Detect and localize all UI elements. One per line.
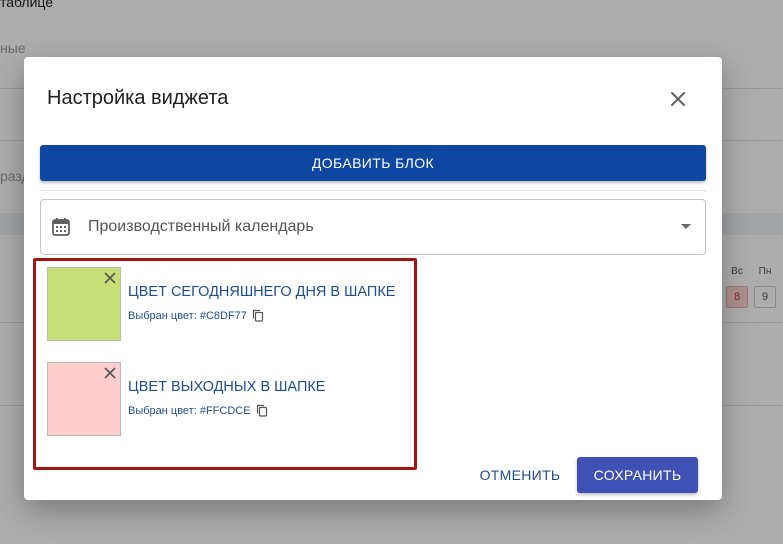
selected-color-text: Выбран цвет: #C8DF77 (128, 309, 264, 322)
save-button[interactable]: СОХРАНИТЬ (577, 457, 698, 493)
color-setting-today: ЦВЕТ СЕГОДНЯШНЕГО ДНЯ В ШАПКЕ Выбран цве… (47, 267, 427, 341)
color-setting-weekend: ЦВЕТ ВЫХОДНЫХ В ШАПКЕ Выбран цвет: #FFCD… (47, 362, 427, 436)
selected-color-value: Выбран цвет: #C8DF77 (128, 309, 247, 322)
color-setting-label[interactable]: ЦВЕТ СЕГОДНЯШНЕГО ДНЯ В ШАПКЕ (128, 284, 395, 300)
color-swatch[interactable] (47, 362, 121, 436)
calendar-type-select[interactable]: Производственный календарь (40, 199, 706, 255)
remove-color-icon[interactable] (103, 271, 117, 285)
cancel-button[interactable]: ОТМЕНИТЬ (472, 457, 568, 493)
remove-color-icon[interactable] (103, 366, 117, 380)
selected-color-value: Выбран цвет: #FFCDCE (128, 404, 251, 417)
copy-icon[interactable] (256, 404, 268, 417)
selected-color-text: Выбран цвет: #FFCDCE (128, 404, 268, 417)
color-swatch[interactable] (47, 267, 121, 341)
widget-settings-dialog: Настройка виджета ДОБАВИТЬ БЛОК Производ… (24, 57, 722, 500)
close-button[interactable] (664, 85, 692, 113)
color-setting-label[interactable]: ЦВЕТ ВЫХОДНЫХ В ШАПКЕ (128, 379, 325, 395)
calendar-icon (52, 218, 70, 236)
dialog-title: Настройка виджета (47, 87, 229, 109)
add-block-button[interactable]: ДОБАВИТЬ БЛОК (40, 145, 706, 181)
close-icon (671, 92, 685, 106)
divider (40, 190, 706, 191)
copy-icon[interactable] (252, 309, 264, 322)
select-value: Производственный календарь (88, 218, 314, 235)
chevron-down-icon[interactable] (681, 224, 691, 229)
